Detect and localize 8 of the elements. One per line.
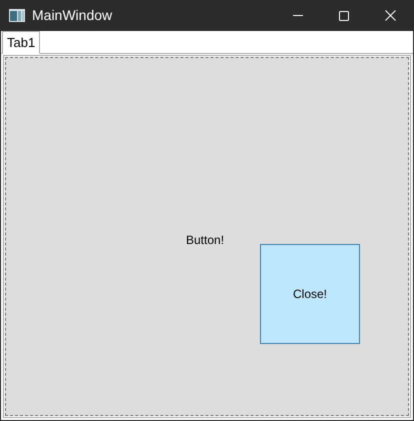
maximize-icon	[339, 10, 349, 20]
window-title: MainWindow	[32, 6, 112, 25]
close-action-button[interactable]: Close!	[260, 244, 360, 344]
button-label: Button!	[186, 232, 224, 249]
tab[interactable]: Tab1	[2, 31, 40, 54]
close-icon	[384, 10, 396, 21]
app-icon	[9, 9, 25, 22]
minimize-icon	[293, 15, 303, 16]
